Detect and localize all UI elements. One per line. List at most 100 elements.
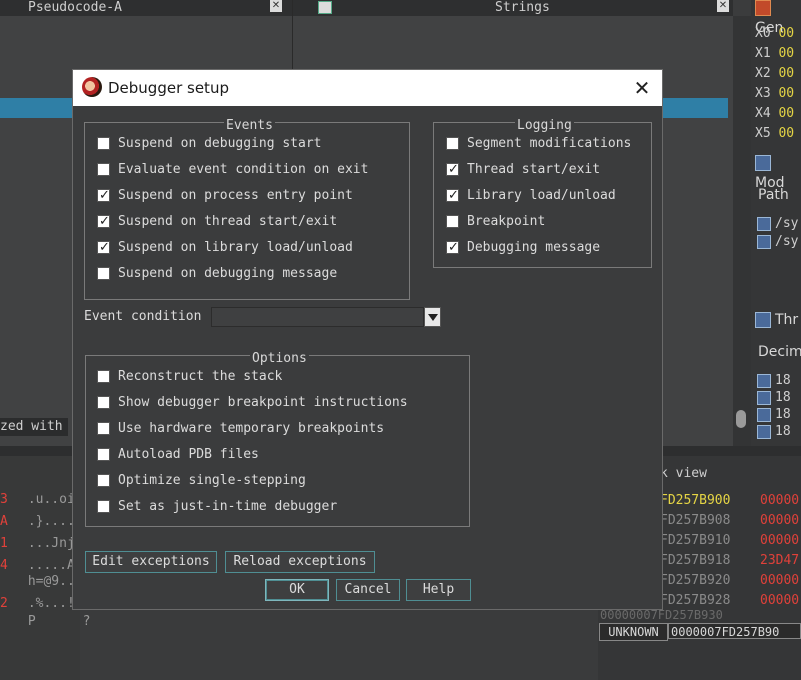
ok-button[interactable]: OK <box>265 579 329 601</box>
events-group-title: Events <box>224 118 275 133</box>
strings-tab-label: Strings <box>495 0 550 15</box>
scrollbar-thumb[interactable] <box>736 410 746 428</box>
checkbox-show-bpt-instructions[interactable]: Show debugger breakpoint instructions <box>97 393 408 413</box>
stack-value: 00000 <box>760 493 800 508</box>
hex-row: 1 ...Jnj <box>0 536 75 551</box>
stack-value: 00000 <box>760 593 800 608</box>
hex-row: P ? <box>20 614 91 629</box>
checkbox[interactable] <box>97 448 110 461</box>
register-row[interactable]: X0 00 <box>755 24 794 44</box>
stack-address[interactable]: FD257B900 <box>660 491 730 511</box>
edit-exceptions-button[interactable]: Edit exceptions <box>85 551 217 573</box>
checkbox[interactable] <box>97 212 111 232</box>
list-item[interactable]: 18 <box>757 424 791 440</box>
pseudocode-tab-label: Pseudocode-A <box>28 0 122 15</box>
output-status-text: zed with <box>0 418 68 436</box>
checkbox-log-thread[interactable]: Thread start/exit <box>446 160 600 180</box>
stack-view-title: k view <box>660 466 707 481</box>
strings-window-icon <box>318 1 332 14</box>
checkbox-suspend-on-debugging-message[interactable]: Suspend on debugging message <box>97 264 337 284</box>
close-icon[interactable]: ✕ <box>630 76 654 100</box>
checkbox[interactable] <box>446 137 459 150</box>
checkbox[interactable] <box>97 186 111 206</box>
register-row[interactable]: X3 00 <box>755 84 794 104</box>
checkbox[interactable] <box>97 396 110 409</box>
thread-icon <box>757 373 771 388</box>
register-row[interactable]: X4 00 <box>755 104 794 124</box>
module-icon <box>757 234 771 249</box>
registers-icon <box>755 0 771 16</box>
checkbox[interactable] <box>97 370 110 383</box>
event-condition-combo[interactable] <box>211 307 424 327</box>
segment-label: UNKNOWN <box>599 623 668 641</box>
hex-row: h=@9.. <box>20 574 75 589</box>
stack-address[interactable]: FD257B920 <box>660 571 730 591</box>
segment-address: 0000007FD257B90 <box>668 623 801 639</box>
strings-tab[interactable]: Strings ✕ <box>293 0 733 16</box>
checkbox-log-debugging-message[interactable]: Debugging message <box>446 238 600 258</box>
checkbox-suspend-on-process-entry[interactable]: Suspend on process entry point <box>97 186 353 206</box>
registers-header[interactable]: Gen <box>755 0 801 36</box>
event-condition-label: Event condition <box>84 309 202 324</box>
checkbox-suspend-on-library[interactable]: Suspend on library load/unload <box>97 238 353 258</box>
checkbox[interactable] <box>446 160 460 180</box>
checkbox[interactable] <box>97 163 110 176</box>
checkbox-autoload-pdb[interactable]: Autoload PDB files <box>97 445 259 465</box>
chevron-down-icon[interactable] <box>424 307 441 327</box>
ida-logo-icon <box>82 77 102 97</box>
stack-value: 23D47 <box>760 553 800 568</box>
checkbox[interactable] <box>97 474 110 487</box>
checkbox-reconstruct-stack[interactable]: Reconstruct the stack <box>97 367 282 387</box>
list-item[interactable]: 18 <box>757 390 791 406</box>
dialog-title: Debugger setup <box>108 79 229 97</box>
stack-value: 00000 <box>760 533 800 548</box>
list-item[interactable]: 18 <box>757 373 791 389</box>
checkbox-jit-debugger[interactable]: Set as just-in-time debugger <box>97 497 337 517</box>
modules-column-path[interactable]: Path <box>758 185 789 205</box>
list-item[interactable]: /sy <box>757 234 798 250</box>
register-row[interactable]: X2 00 <box>755 64 794 84</box>
checkbox[interactable] <box>97 422 110 435</box>
checkbox[interactable] <box>446 238 460 258</box>
checkbox-log-segment-modifications[interactable]: Segment modifications <box>446 134 631 154</box>
checkbox-evaluate-event-condition[interactable]: Evaluate event condition on exit <box>97 160 368 180</box>
threads-icon <box>755 312 771 328</box>
checkbox[interactable] <box>97 137 110 150</box>
reload-exceptions-button[interactable]: Reload exceptions <box>225 551 375 573</box>
checkbox-optimize-single-stepping[interactable]: Optimize single-stepping <box>97 471 306 491</box>
pseudocode-tab[interactable]: Pseudocode-A ✕ <box>0 0 293 16</box>
checkbox-suspend-on-thread[interactable]: Suspend on thread start/exit <box>97 212 337 232</box>
checkbox[interactable] <box>97 500 110 513</box>
checkbox[interactable] <box>97 267 110 280</box>
checkbox-log-breakpoint[interactable]: Breakpoint <box>446 212 545 232</box>
checkbox[interactable] <box>446 215 459 228</box>
stack-value: 00000 <box>760 513 800 528</box>
register-row[interactable]: X1 00 <box>755 44 794 64</box>
checkbox[interactable] <box>446 186 460 206</box>
checkbox[interactable] <box>97 238 111 258</box>
hex-row: 2 .%...! <box>0 596 75 611</box>
modules-header[interactable]: Mod <box>755 153 801 191</box>
checkbox-hardware-temp-bpts[interactable]: Use hardware temporary breakpoints <box>97 419 384 439</box>
close-icon[interactable]: ✕ <box>270 0 282 12</box>
list-item[interactable]: 18 <box>757 407 791 423</box>
thread-icon <box>757 390 771 405</box>
logging-group-title: Logging <box>515 118 574 133</box>
cancel-button[interactable]: Cancel <box>336 579 400 601</box>
hex-row: 3 .u..oi <box>0 492 75 507</box>
stack-address: 00000007FD257B930 <box>600 608 723 622</box>
hex-row: A .}.... <box>0 514 75 529</box>
vertical-scrollbar[interactable] <box>733 16 751 446</box>
close-icon[interactable]: ✕ <box>717 0 729 12</box>
register-row[interactable]: X5 00 <box>755 124 794 144</box>
threads-column-decimal[interactable]: Decim <box>758 342 801 362</box>
stack-address[interactable]: FD257B908 <box>660 511 730 531</box>
stack-address[interactable]: FD257B910 <box>660 531 730 551</box>
hex-view-panel[interactable]: 3 .u..oi A .}.... 1 ...Jnj 4 .....A h=@9… <box>0 456 90 680</box>
checkbox-log-library[interactable]: Library load/unload <box>446 186 616 206</box>
threads-header[interactable]: Thr <box>755 310 798 330</box>
list-item[interactable]: /sy <box>757 216 798 232</box>
help-button[interactable]: Help <box>406 579 471 601</box>
checkbox-suspend-on-debugging-start[interactable]: Suspend on debugging start <box>97 134 322 154</box>
stack-address[interactable]: FD257B918 <box>660 551 730 571</box>
